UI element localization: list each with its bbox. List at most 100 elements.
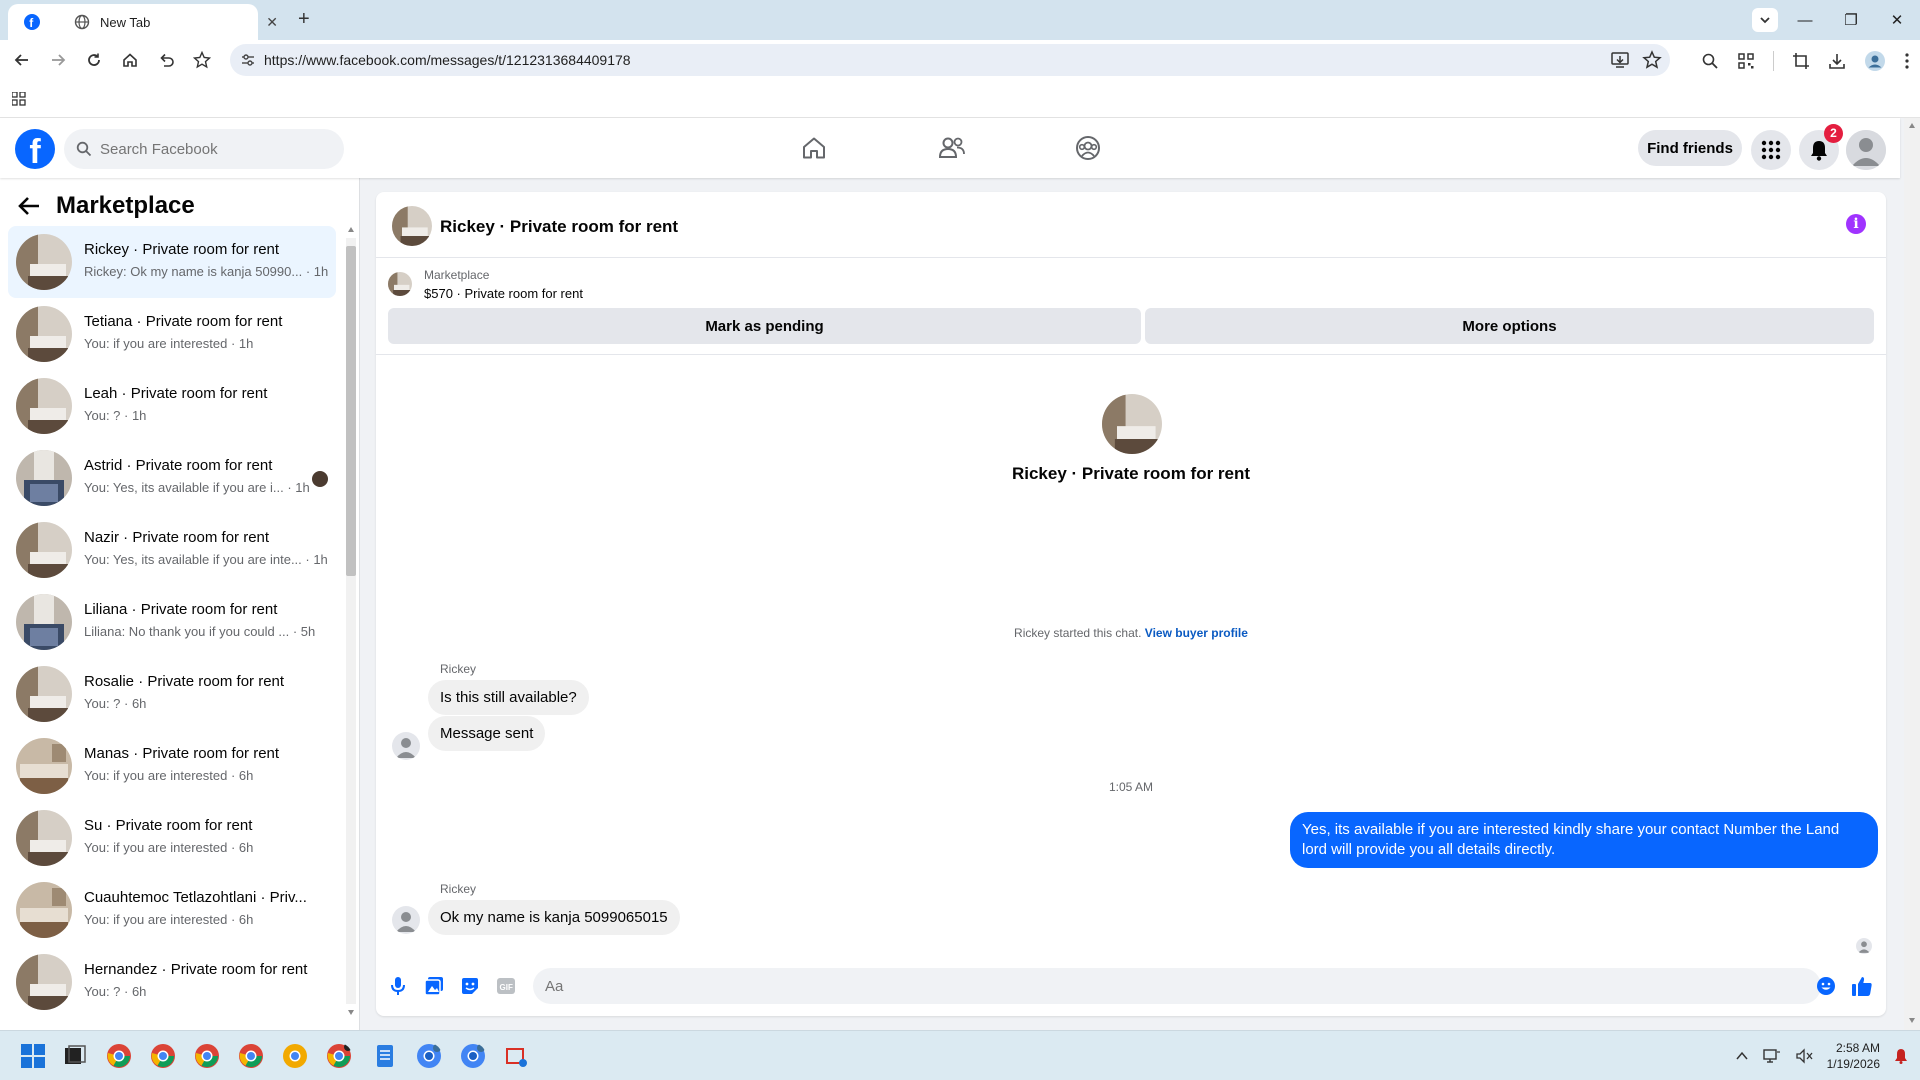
nav-groups-icon[interactable]: [1072, 132, 1104, 164]
conversation-avatar[interactable]: [1102, 394, 1162, 454]
conversation-item[interactable]: Leah · Private room for rent You: ? · 1h: [8, 370, 336, 442]
scrollbar-thumb[interactable]: [346, 246, 356, 576]
qr-code-icon[interactable]: [1737, 52, 1755, 70]
tray-chevron-up-icon[interactable]: [1735, 1049, 1749, 1063]
account-avatar[interactable]: [1846, 130, 1886, 170]
incoming-message[interactable]: Ok my name is kanja 5099065015: [428, 900, 680, 935]
forward-arrow-icon[interactable]: [48, 50, 68, 70]
sticker-icon[interactable]: [458, 974, 482, 998]
back-arrow-icon[interactable]: [18, 196, 40, 216]
sender-avatar[interactable]: [392, 732, 420, 760]
new-tab-plus-icon[interactable]: +: [298, 8, 310, 31]
message-input[interactable]: [533, 968, 1821, 1004]
crop-icon[interactable]: [1792, 52, 1810, 70]
emoji-icon[interactable]: [1814, 974, 1838, 998]
page-scrollbar[interactable]: [1904, 118, 1920, 1030]
chrome-icon[interactable]: [326, 1043, 352, 1069]
network-icon[interactable]: [1762, 1048, 1781, 1064]
volume-muted-icon[interactable]: [1795, 1048, 1813, 1064]
conversation-item[interactable]: Hernandez · Private room for rent You: ?…: [8, 946, 336, 1018]
find-friends-button[interactable]: Find friends: [1638, 130, 1742, 166]
view-buyer-profile-link[interactable]: View buyer profile: [1145, 626, 1248, 640]
conversation-item[interactable]: Manas · Private room for rent You: if yo…: [8, 730, 336, 802]
conversation-name: Manas · Private room for rent: [84, 745, 280, 762]
zoom-icon[interactable]: [1701, 52, 1719, 70]
back-arrow-icon[interactable]: [12, 50, 32, 70]
conversation-item[interactable]: Cuauhtemoc Tetlazohtlani · Priv... You: …: [8, 874, 336, 946]
photo-icon[interactable]: [422, 974, 446, 998]
chrome-icon[interactable]: [194, 1043, 220, 1069]
bookmark-star-omnibox-icon[interactable]: [1642, 50, 1662, 70]
chat-header-thumbnail[interactable]: [392, 206, 432, 246]
mark-as-pending-button[interactable]: Mark as pending: [388, 308, 1141, 344]
sidebar-title-row: Marketplace: [18, 192, 195, 220]
listing-thumbnail: [16, 306, 72, 362]
notification-bell-icon[interactable]: [1894, 1048, 1908, 1064]
install-app-icon[interactable]: [1610, 50, 1630, 70]
info-icon[interactable]: i: [1846, 214, 1866, 234]
chrome-icon[interactable]: [238, 1043, 264, 1069]
conversation-item[interactable]: Nazir · Private room for rent You: Yes, …: [8, 514, 336, 586]
page-scroll-up-icon[interactable]: [1908, 122, 1916, 130]
bookmark-star-icon[interactable]: [192, 50, 212, 70]
task-view-icon[interactable]: [62, 1043, 88, 1069]
facebook-logo-icon[interactable]: f: [15, 129, 55, 169]
tab-search-chevron-icon[interactable]: [1752, 8, 1778, 32]
apps-grid-icon[interactable]: [12, 92, 26, 106]
sender-avatar[interactable]: [392, 906, 420, 934]
browser-profile-icon[interactable]: [1864, 50, 1886, 72]
seen-receipt-avatar: [1856, 938, 1872, 954]
close-window-icon[interactable]: ✕: [1874, 11, 1920, 29]
chrome-icon[interactable]: [106, 1043, 132, 1069]
reload-icon[interactable]: [84, 50, 104, 70]
conversation-item[interactable]: Rosalie · Private room for rent You: ? ·…: [8, 658, 336, 730]
incoming-message[interactable]: Is this still available?: [428, 680, 589, 715]
conversation-item[interactable]: Astrid · Private room for rent You: Yes,…: [8, 442, 336, 514]
conversation-name: Liliana · Private room for rent: [84, 601, 278, 618]
minimize-icon[interactable]: —: [1782, 12, 1828, 29]
conversation-item[interactable]: Rickey · Private room for rent Rickey: O…: [8, 226, 336, 298]
snipping-tool-icon[interactable]: [504, 1043, 530, 1069]
message-timestamp: 1:05 AM: [1108, 780, 1154, 794]
scroll-up-icon[interactable]: [347, 226, 355, 234]
download-icon[interactable]: [1828, 52, 1846, 70]
sidebar-scrollbar[interactable]: [346, 226, 356, 1016]
menu-grid-icon[interactable]: [1751, 130, 1791, 170]
page-scroll-down-icon[interactable]: [1908, 1016, 1916, 1024]
nav-friends-icon[interactable]: [936, 132, 968, 164]
restore-icon[interactable]: ❐: [1828, 11, 1874, 29]
conversation-item[interactable]: Liliana · Private room for rent Liliana:…: [8, 586, 336, 658]
chrome-profile-icon[interactable]: [416, 1043, 442, 1069]
scroll-down-icon[interactable]: [347, 1008, 355, 1016]
incoming-message[interactable]: Message sent: [428, 716, 546, 751]
home-icon[interactable]: [120, 50, 140, 70]
undo-icon[interactable]: [156, 50, 176, 70]
windows-start-icon[interactable]: [20, 1043, 46, 1069]
more-options-button[interactable]: More options: [1145, 308, 1874, 344]
notepad-icon[interactable]: [372, 1043, 398, 1069]
svg-text:GIF: GIF: [500, 983, 513, 992]
gif-icon[interactable]: GIF: [494, 974, 518, 998]
conversation-preview: You: ? · 1h: [84, 408, 147, 423]
url-text[interactable]: https://www.facebook.com/messages/t/1212…: [264, 52, 631, 68]
facebook-search-box[interactable]: [64, 129, 344, 169]
address-bar[interactable]: https://www.facebook.com/messages/t/1212…: [230, 44, 1670, 76]
system-clock[interactable]: 2:58 AM 1/19/2026: [1827, 1040, 1880, 1072]
site-settings-icon[interactable]: [240, 52, 256, 68]
close-tab-icon[interactable]: ✕: [266, 14, 278, 31]
chat-title[interactable]: Rickey · Private room for rent: [440, 217, 678, 237]
conversation-item[interactable]: Su · Private room for rent You: if you a…: [8, 802, 336, 874]
thumbs-up-icon[interactable]: [1850, 974, 1874, 998]
tab-new-tab-label: New Tab: [100, 14, 151, 30]
conversation-item[interactable]: Tetiana · Private room for rent You: if …: [8, 298, 336, 370]
outgoing-message[interactable]: Yes, its available if you are interested…: [1290, 812, 1878, 868]
tab-new-tab[interactable]: New Tab ✕: [58, 4, 288, 40]
browser-tab-strip: f New Tab ✕ + — ❐ ✕: [0, 0, 1920, 40]
chrome-canary-icon[interactable]: [282, 1043, 308, 1069]
chrome-icon[interactable]: [150, 1043, 176, 1069]
nav-home-icon[interactable]: [798, 132, 830, 164]
microphone-icon[interactable]: [386, 974, 410, 998]
chrome-active-icon[interactable]: [460, 1043, 486, 1069]
search-input[interactable]: [100, 140, 320, 158]
browser-menu-icon[interactable]: [1904, 52, 1910, 70]
